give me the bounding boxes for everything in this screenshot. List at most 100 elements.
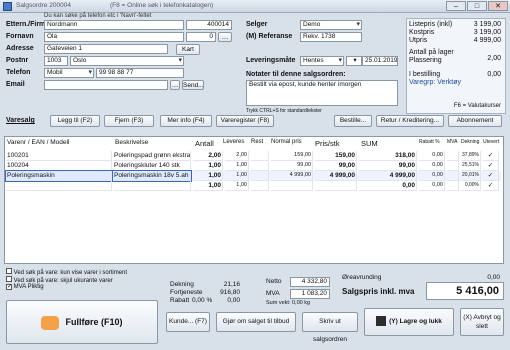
abonnement-button[interactable]: Abonnement	[448, 115, 502, 127]
col-header-beskrivelse[interactable]: Beskrivelse	[115, 139, 148, 146]
cell-mva[interactable]	[447, 151, 459, 161]
col-header-pris[interactable]: Pris/stk	[315, 139, 340, 148]
cell-beskrivelse[interactable]	[113, 181, 191, 191]
kunde-button[interactable]: Kunde... (F7)	[166, 312, 210, 332]
option-sortiment[interactable]: Ved søk på vare: kun vise varer i sortim…	[6, 268, 127, 276]
lagre-button[interactable]: (Y) Lagre og lukk	[364, 308, 454, 336]
cell-rabatt[interactable]: 0,00	[419, 181, 445, 191]
adresse-input[interactable]: Gateveien 1	[44, 44, 168, 54]
cell-leveres[interactable]: 1,00	[225, 161, 249, 171]
order-lines-table[interactable]: Varenr / EAN / Modell Beskrivelse Antall…	[4, 136, 504, 264]
cell-ute[interactable]: ✓	[483, 181, 499, 191]
legg-til-button[interactable]: Legg til (F2)	[50, 115, 100, 127]
col-header-normalpris[interactable]: Normal pris	[271, 139, 302, 145]
email-input[interactable]	[44, 80, 168, 90]
cell-mva[interactable]	[447, 171, 459, 181]
option-mva-checkbox[interactable]: ✓	[6, 284, 12, 290]
col-header-varenr[interactable]: Varenr / EAN / Modell	[7, 139, 69, 146]
col-header-rabatt[interactable]: Rabatt %	[419, 139, 440, 145]
cell-dekning[interactable]: 0,00%	[461, 181, 481, 191]
telefon-input[interactable]: 99 98 88 77	[96, 68, 184, 78]
mer-info-button[interactable]: Mer info (F4)	[160, 115, 212, 127]
col-header-rest[interactable]: Rest	[251, 139, 263, 145]
cell-pris[interactable]	[315, 181, 357, 191]
cell-normal[interactable]: 99,00	[271, 161, 313, 171]
notat-textarea[interactable]: Bestilt via epost, kunde henter imorgen	[246, 80, 398, 106]
cell-ute[interactable]: ✓	[483, 161, 499, 171]
cell-rabatt[interactable]: 0,00	[419, 161, 445, 171]
postnr-input[interactable]: 1003	[44, 56, 68, 66]
col-header-sum[interactable]: SUM	[361, 139, 378, 148]
bestille-button[interactable]: Bestille...	[334, 115, 372, 127]
cell-rest[interactable]	[251, 181, 269, 191]
cell-pris[interactable]: 159,00	[315, 151, 357, 161]
table-row[interactable]: 100204 Poleringskluter 140 stk 1,00 1,00 99,…	[5, 161, 501, 171]
close-button[interactable]: ✕	[488, 1, 508, 11]
table-row[interactable]: Poleringsmaskin Poleringsmaskin 18v 5.ah 1…	[5, 170, 501, 182]
fornavn-number[interactable]: 0	[186, 32, 216, 42]
cell-normal[interactable]: 159,00	[271, 151, 313, 161]
cell-rest[interactable]	[251, 171, 269, 181]
option-mva[interactable]: ✓ MVA Pliktig	[6, 284, 44, 290]
table-row[interactable]: 100201Poleringspad grønn ekstra hard2,00…	[5, 151, 501, 161]
cell-beskrivelse[interactable]: Poleringspad grønn ekstra hard	[113, 151, 191, 161]
cell-leveres[interactable]: 1,00	[225, 181, 249, 191]
cell-sum[interactable]: 4 999,00	[359, 171, 417, 181]
dato-dropdown[interactable]: ▾	[346, 56, 362, 66]
cell-leveres[interactable]: 1,00	[225, 171, 249, 181]
cell-beskrivelse[interactable]: Poleringsmaskin 18v 5.ah	[112, 170, 192, 182]
cell-normal[interactable]	[271, 181, 313, 191]
kart-button[interactable]: Kart	[176, 44, 200, 55]
col-header-dekning[interactable]: Dekning	[461, 139, 479, 145]
cell-beskrivelse[interactable]: Poleringskluter 140 stk	[113, 161, 191, 171]
retur-button[interactable]: Retur / Kreditering...	[376, 115, 444, 127]
cell-sum[interactable]: 318,00	[359, 151, 417, 161]
dato-input[interactable]: 25.01.2019	[362, 56, 398, 66]
cell-normal[interactable]: 4 999,00	[271, 171, 313, 181]
kundenr-input[interactable]: 400014	[186, 20, 232, 30]
col-header-antall[interactable]: Antall	[195, 139, 214, 148]
cell-antall[interactable]: 1,00	[193, 181, 223, 191]
poststed-select[interactable]: Oslo	[70, 56, 184, 66]
fornavn-more-button[interactable]: …	[218, 32, 232, 42]
cell-ute[interactable]: ✓	[483, 151, 499, 161]
cell-rabatt[interactable]: 0,00	[419, 171, 445, 181]
cell-antall[interactable]: 2,00	[193, 151, 223, 161]
cell-mva[interactable]	[447, 161, 459, 171]
telefon-type-select[interactable]: Mobil	[44, 68, 94, 78]
cell-varenr[interactable]: 100201	[6, 151, 112, 161]
levering-select[interactable]: Hentes	[300, 56, 344, 66]
cell-ute[interactable]: ✓	[483, 171, 499, 181]
email-more-button[interactable]: …	[170, 80, 180, 90]
selger-select[interactable]: Demo	[300, 20, 362, 30]
fullfore-button[interactable]: Fullføre (F10)	[6, 300, 158, 344]
option-ukurante[interactable]: Ved søk på vare: skjul ukurante varer	[6, 276, 113, 284]
cell-rest[interactable]	[251, 161, 269, 171]
send-button[interactable]: Send...	[182, 80, 204, 90]
minimize-button[interactable]: –	[446, 1, 466, 11]
cell-leveres[interactable]: 2,00	[225, 151, 249, 161]
cell-mva[interactable]	[447, 181, 459, 191]
fornavn-input[interactable]: Ola	[44, 32, 184, 42]
col-header-leveres[interactable]: Leveres	[223, 139, 244, 145]
cell-sum[interactable]: 0,00	[359, 181, 417, 191]
cell-varenr[interactable]: 100204	[6, 161, 112, 171]
cell-rabatt[interactable]: 0,00	[419, 151, 445, 161]
cell-rest[interactable]	[251, 151, 269, 161]
avbryt-button[interactable]: (X) Avbryt og slett	[460, 308, 504, 336]
col-header-mva[interactable]: MVA	[447, 139, 457, 145]
table-row[interactable]: 1,00 1,00 0,00 0,00 0,00% ✓	[5, 181, 501, 191]
option-ukurante-checkbox[interactable]	[6, 276, 12, 282]
cell-dekning[interactable]: 20,01%	[461, 171, 481, 181]
skriv-ut-button[interactable]: Skriv ut salgsordren	[302, 312, 358, 343]
etternavn-input[interactable]: Nordmann	[44, 20, 184, 30]
cell-pris[interactable]: 4 999,00	[315, 171, 357, 181]
cell-pris[interactable]: 99,00	[315, 161, 357, 171]
maximize-button[interactable]: □	[467, 1, 487, 11]
cell-sum[interactable]: 99,00	[359, 161, 417, 171]
col-header-utevert[interactable]: Utevert	[483, 139, 499, 145]
cell-dekning[interactable]: 37,89%	[461, 151, 481, 161]
option-sortiment-checkbox[interactable]	[6, 268, 12, 274]
cell-antall[interactable]: 1,00	[193, 171, 223, 181]
tilbud-button[interactable]: Gjør om salget til tilbud	[216, 312, 296, 332]
